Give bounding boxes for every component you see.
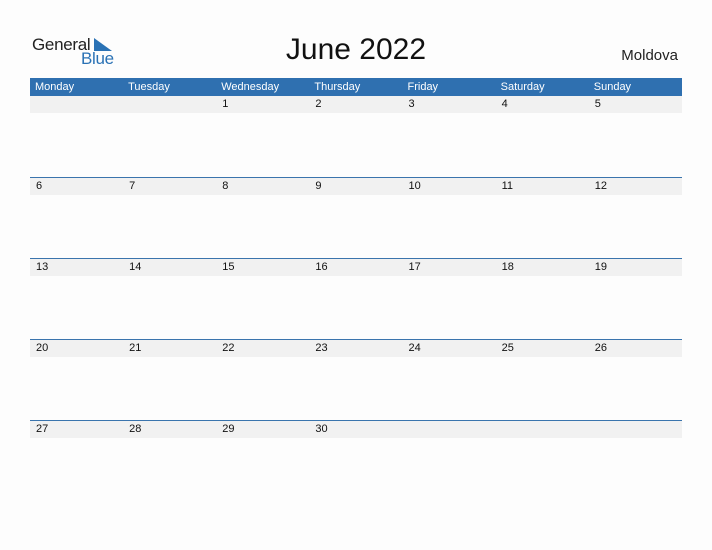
date-strip: 6 7 8 9 10 11 12 [30,178,682,195]
day-cell: 1 [222,98,229,110]
day-cell: 7 [129,180,136,192]
day-cell: 21 [129,342,142,354]
date-strip: 13 14 15 16 17 18 19 [30,259,682,276]
day-cell [589,421,682,438]
day-cell [123,96,216,113]
day-cell: 23 [315,342,328,354]
weekday-thursday: Thursday [314,81,361,93]
date-strip: 27 28 29 30 [30,421,682,438]
date-strip: 20 21 22 23 24 25 26 [30,340,682,357]
day-cell: 14 [129,261,142,273]
weekday-friday: Friday [407,81,439,93]
weeks-container: 1 2 3 4 5 6 7 8 9 10 11 12 13 14 15 16 17 18 19 20 21 22 23 24 2… [30,96,682,501]
day-cell: 20 [36,342,49,354]
day-cell [30,96,123,113]
day-cell: 16 [315,261,328,273]
day-cell: 30 [315,423,328,435]
calendar-grid: Monday Tuesday Wednesday Thursday Friday… [30,78,682,501]
day-cell: 4 [501,98,508,110]
date-strip: 1 2 3 4 5 [30,96,682,113]
day-cell: 27 [36,423,49,435]
weekday-header: Monday Tuesday Wednesday Thursday Friday… [30,78,682,96]
day-cell: 18 [501,261,514,273]
week-row: 1 2 3 4 5 [30,96,682,177]
week-row: 20 21 22 23 24 25 26 [30,339,682,420]
page-title: June 2022 [285,33,427,66]
day-cell: 17 [408,261,421,273]
day-cell: 5 [594,98,601,110]
weekday-monday: Monday [35,81,75,93]
weekday-wednesday: Wednesday [221,81,280,93]
day-cell [496,421,589,438]
day-cell: 28 [129,423,142,435]
day-cell: 2 [315,98,322,110]
day-cell: 10 [408,180,421,192]
day-cell: 15 [222,261,235,273]
week-row: 6 7 8 9 10 11 12 [30,177,682,258]
day-cell: 26 [594,342,607,354]
day-cell: 9 [315,180,322,192]
day-cell: 6 [36,180,43,192]
week-row: 27 28 29 30 [30,420,682,501]
day-cell: 8 [222,180,229,192]
day-cell: 3 [408,98,415,110]
country-label: Moldova [621,47,678,64]
weekday-tuesday: Tuesday [128,81,170,93]
day-cell: 19 [594,261,607,273]
day-cell [403,421,496,438]
day-cell: 25 [501,342,514,354]
day-cell: 22 [222,342,235,354]
day-cell: 13 [36,261,49,273]
weekday-sunday: Sunday [593,81,632,93]
week-row: 13 14 15 16 17 18 19 [30,258,682,339]
day-cell: 12 [594,180,607,192]
day-cell: 24 [408,342,421,354]
day-cell: 29 [222,423,235,435]
day-cell: 11 [501,180,514,192]
weekday-saturday: Saturday [500,81,545,93]
